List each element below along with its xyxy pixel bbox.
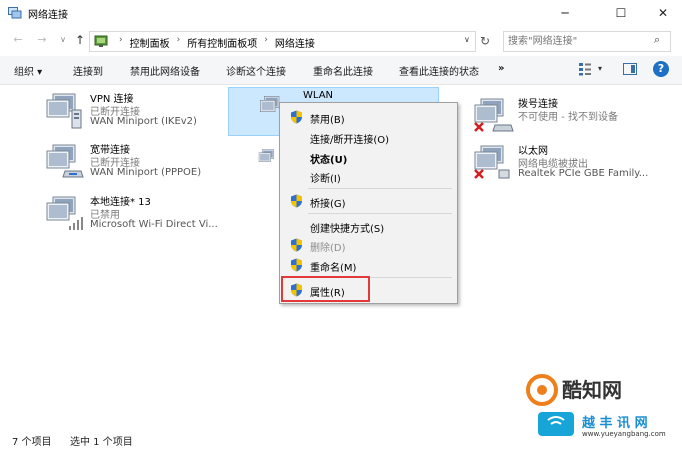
connection-device: Realtek PCIe GBE Family...	[518, 168, 649, 179]
uac-shield-icon	[291, 194, 302, 208]
menu-item-bridge[interactable]: 桥接(G)	[280, 191, 457, 211]
watermark: 酷知网 越 丰 讯 网 www.yueyangbang.com	[518, 368, 678, 446]
address-row: ← → ∨ ↑ › 控制面板 › 所有控制面板项 › 网络连接 ∨ ↻ ⌕	[0, 28, 682, 54]
dialup-network-icon	[474, 98, 514, 132]
breadcrumb-network-connections[interactable]: 网络连接	[273, 35, 317, 50]
change-view-icon[interactable]	[578, 62, 592, 76]
menu-item-create-shortcut[interactable]: 创建快捷方式(S)	[280, 216, 457, 236]
uac-shield-icon	[291, 238, 302, 252]
breadcrumb-all-items[interactable]: 所有控制面板项	[185, 35, 259, 50]
help-icon[interactable]: ?	[653, 61, 669, 77]
network-folder-icon	[8, 7, 22, 19]
menu-item-label: 禁用(B)	[310, 115, 345, 126]
rename-connection-button[interactable]: 重命名此连接	[313, 63, 373, 78]
broadband-network-icon	[46, 144, 84, 178]
uac-shield-icon	[291, 110, 302, 124]
address-dropdown-button[interactable]: ∨	[464, 35, 470, 44]
menu-item-label: 状态(U)	[310, 155, 348, 166]
disable-device-button[interactable]: 禁用此网络设备	[130, 63, 200, 78]
watermark-brand: 酷知网	[562, 378, 622, 402]
connection-item-dialup[interactable]: 拨号连接 不可使用 - 找不到设备	[473, 95, 673, 141]
selected-count: 选中 1 个项目	[70, 437, 133, 448]
connection-item-ethernet[interactable]: 以太网 网络电缆被拔出 Realtek PCIe GBE Family...	[473, 142, 673, 188]
view-options-dropdown[interactable]: ▾	[598, 64, 602, 73]
maximize-button[interactable]: ☐	[602, 0, 640, 26]
connection-device: Microsoft Wi-Fi Direct Vi...	[90, 219, 218, 230]
menu-item-rename[interactable]: 重命名(M)	[280, 255, 457, 275]
menu-item-status[interactable]: 状态(U)	[280, 147, 457, 167]
connection-name: WLAN	[303, 90, 334, 101]
back-button[interactable]: ←	[10, 32, 26, 48]
more-commands-button[interactable]: »	[498, 63, 504, 74]
menu-item-delete: 删除(D)	[280, 235, 457, 255]
menu-item-label: 桥接(G)	[310, 199, 346, 210]
breadcrumb-separator: ›	[119, 35, 123, 45]
connection-device: WAN Miniport (IKEv2)	[90, 116, 197, 127]
breadcrumb-separator: ›	[176, 35, 181, 45]
recent-locations-button[interactable]: ∨	[55, 32, 71, 48]
forward-button[interactable]: →	[34, 32, 50, 48]
address-bar[interactable]: › 控制面板 › 所有控制面板项 › 网络连接 ∨	[89, 31, 476, 52]
watermark-url: www.yueyangbang.com	[582, 430, 666, 438]
menu-separator	[308, 213, 452, 214]
network-connections-window: 网络连接 ─ ☐ ✕ ← → ∨ ↑ › 控制面板 › 所有控制面板项 › 网络…	[0, 0, 682, 450]
connection-item-vpn[interactable]: VPN 连接 已断开连接 WAN Miniport (IKEv2)	[45, 90, 245, 136]
item-count: 7 个项目	[12, 437, 52, 448]
menu-item-label: 删除(D)	[310, 243, 346, 254]
watermark-site-name: 越 丰 讯 网	[582, 416, 648, 431]
context-menu: 禁用(B) 连接/断开连接(O) 状态(U) 诊断(I) 桥接(G) 创建快捷方…	[279, 102, 458, 304]
menu-item-label: 连接/断开连接(O)	[310, 135, 390, 146]
organize-button[interactable]: 组织 ▾	[14, 63, 42, 78]
refresh-button[interactable]: ↻	[476, 32, 494, 50]
breadcrumb: › 控制面板 › 所有控制面板项 › 网络连接	[114, 35, 317, 50]
control-panel-icon	[94, 35, 108, 47]
command-bar: 组织 ▾ 连接到 禁用此网络设备 诊断这个连接 重命名此连接 查看此连接的状态 …	[0, 56, 682, 85]
search-box[interactable]: ⌕	[503, 31, 671, 52]
connect-to-button[interactable]: 连接到	[73, 63, 103, 78]
connection-device: WAN Miniport (PPPOE)	[90, 167, 202, 178]
breadcrumb-separator: ›	[264, 35, 268, 45]
menu-item-label: 重命名(M)	[310, 263, 357, 274]
menu-item-label: 创建快捷方式(S)	[310, 224, 385, 235]
menu-item-disable[interactable]: 禁用(B)	[280, 107, 457, 127]
close-button[interactable]: ✕	[644, 0, 682, 26]
hidden-connection-icon	[258, 149, 274, 162]
breadcrumb-control-panel[interactable]: 控制面板	[128, 35, 172, 50]
vpn-network-icon	[46, 93, 82, 129]
up-button[interactable]: ↑	[72, 32, 88, 48]
view-status-button[interactable]: 查看此连接的状态	[399, 63, 479, 78]
minimize-button[interactable]: ─	[546, 0, 584, 26]
connection-item-broadband[interactable]: 宽带连接 已断开连接 WAN Miniport (PPPOE)	[45, 141, 245, 187]
preview-pane-icon[interactable]	[623, 63, 637, 75]
title-bar: 网络连接 ─ ☐ ✕	[0, 0, 682, 26]
uac-shield-icon	[291, 258, 302, 272]
search-icon[interactable]: ⌕	[654, 33, 660, 47]
wifi-direct-network-icon	[46, 196, 83, 230]
connection-status: 不可使用 - 找不到设备	[518, 112, 618, 123]
diagnose-connection-button[interactable]: 诊断这个连接	[226, 63, 286, 78]
search-input[interactable]	[508, 34, 646, 48]
menu-item-connect-disconnect[interactable]: 连接/断开连接(O)	[280, 127, 457, 147]
menu-item-diagnose[interactable]: 诊断(I)	[280, 166, 457, 186]
menu-separator	[308, 188, 452, 189]
connection-item-local-13[interactable]: 本地连接* 13 已禁用 Microsoft Wi-Fi Direct Vi..…	[45, 193, 245, 239]
menu-item-label: 诊断(I)	[310, 174, 341, 185]
window-title: 网络连接	[28, 10, 68, 21]
properties-highlight-annotation	[281, 276, 370, 302]
ethernet-network-icon	[474, 145, 510, 179]
